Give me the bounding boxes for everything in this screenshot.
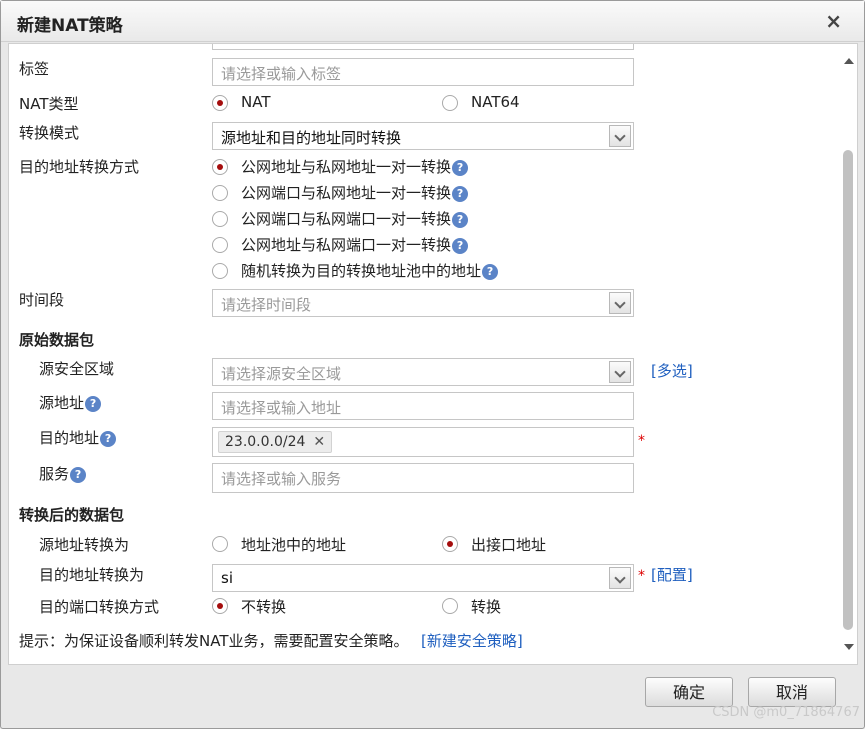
dst-addr-label-text: 目的地址 xyxy=(39,429,100,447)
dest-method-radio-1[interactable] xyxy=(212,159,228,175)
help-icon[interactable]: ? xyxy=(452,186,469,202)
mode-value: 源地址和目的地址同时转换 xyxy=(221,129,402,147)
form-scroll-area: 标签 请选择或输入标签 NAT类型 NAT NAT64 转换模式 源地址和目的地… xyxy=(8,43,858,665)
scroll-down-icon[interactable] xyxy=(844,644,854,650)
help-icon[interactable]: ? xyxy=(452,212,469,228)
help-icon[interactable]: ? xyxy=(70,467,87,483)
dialog-title: 新建NAT策略 xyxy=(17,16,123,36)
time-label: 时间段 xyxy=(19,291,65,309)
port-trans-radio-none[interactable] xyxy=(212,598,228,614)
src-zone-label: 源安全区域 xyxy=(39,360,115,378)
chevron-down-icon[interactable] xyxy=(609,292,631,314)
port-trans-option-none[interactable]: 不转换 xyxy=(241,596,286,617)
remove-tag-icon[interactable]: ✕ xyxy=(313,434,325,450)
dst-addr-label: 目的地址? xyxy=(39,427,117,448)
required-marker: * xyxy=(638,568,645,584)
nat-type-radio-nat[interactable] xyxy=(212,95,228,111)
nat-type-option-nat64[interactable]: NAT64 xyxy=(471,93,520,111)
address-tag-text: 23.0.0.0/24 xyxy=(225,434,306,450)
src-addr-label-text: 源地址 xyxy=(39,394,85,412)
src-addr-placeholder: 请选择或输入地址 xyxy=(221,399,342,417)
src-trans-option-pool[interactable]: 地址池中的地址 xyxy=(241,534,346,555)
tags-label: 标签 xyxy=(19,60,50,78)
src-trans-label: 源地址转换为 xyxy=(39,536,130,554)
dst-trans-select[interactable]: si xyxy=(212,564,634,592)
src-trans-option-egress[interactable]: 出接口地址 xyxy=(471,534,546,555)
watermark: CSDN @m0_71864767 xyxy=(712,705,860,720)
ok-button[interactable]: 确定 xyxy=(645,677,733,707)
tags-placeholder: 请选择或输入标签 xyxy=(221,65,342,83)
nat-type-option-nat[interactable]: NAT xyxy=(241,93,270,111)
dest-method-option-4-text: 公网地址与私网端口一对一转换 xyxy=(241,236,452,254)
service-label-text: 服务 xyxy=(39,465,70,483)
src-trans-radio-egress[interactable] xyxy=(442,536,458,552)
dest-method-option-1[interactable]: 公网地址与私网地址一对一转换? xyxy=(241,156,469,177)
time-select[interactable]: 请选择时间段 xyxy=(212,289,634,317)
cancel-button[interactable]: 取消 xyxy=(748,677,836,707)
nat-type-label: NAT类型 xyxy=(19,95,79,113)
dst-addr-input[interactable]: 23.0.0.0/24 ✕ xyxy=(212,427,634,457)
chevron-down-icon[interactable] xyxy=(609,361,631,383)
chevron-down-icon[interactable] xyxy=(609,125,631,147)
src-addr-input[interactable]: 请选择或输入地址 xyxy=(212,392,634,420)
scroll-thumb[interactable] xyxy=(843,150,853,630)
dst-trans-value: si xyxy=(221,569,233,587)
mode-select[interactable]: 源地址和目的地址同时转换 xyxy=(212,122,634,150)
dialog-titlebar: 新建NAT策略 × xyxy=(1,1,864,42)
configure-link[interactable]: [配置] xyxy=(651,564,693,585)
port-trans-label: 目的端口转换方式 xyxy=(39,598,160,616)
nat-policy-dialog: 新建NAT策略 × 标签 请选择或输入标签 NAT类型 NAT NAT64 转换… xyxy=(0,0,865,729)
src-addr-label: 源地址? xyxy=(39,392,102,413)
dest-method-option-3[interactable]: 公网端口与私网端口一对一转换? xyxy=(241,208,469,229)
help-icon[interactable]: ? xyxy=(85,396,102,412)
src-zone-placeholder: 请选择源安全区域 xyxy=(221,365,342,383)
service-placeholder: 请选择或输入服务 xyxy=(221,470,342,488)
dest-method-option-5-text: 随机转换为目的转换地址池中的地址 xyxy=(241,262,482,280)
mode-label: 转换模式 xyxy=(19,124,80,142)
scroll-up-icon[interactable] xyxy=(844,58,854,64)
dest-method-option-1-text: 公网地址与私网地址一对一转换 xyxy=(241,158,452,176)
hint-text: 提示：为保证设备顺利转发NAT业务，需要配置安全策略。 xyxy=(19,632,409,650)
cut-off-field[interactable] xyxy=(212,44,634,50)
tags-input[interactable]: 请选择或输入标签 xyxy=(212,58,634,86)
address-tag: 23.0.0.0/24 ✕ xyxy=(218,431,333,453)
dest-method-radio-4[interactable] xyxy=(212,237,228,253)
dest-method-option-4[interactable]: 公网地址与私网端口一对一转换? xyxy=(241,234,469,255)
dest-method-label: 目的地址转换方式 xyxy=(19,158,140,176)
nat-type-radio-nat64[interactable] xyxy=(442,95,458,111)
time-placeholder: 请选择时间段 xyxy=(221,296,312,314)
dest-method-option-2-text: 公网端口与私网地址一对一转换 xyxy=(241,184,452,202)
new-security-policy-link[interactable]: [新建安全策略] xyxy=(421,630,523,651)
help-icon[interactable]: ? xyxy=(452,238,469,254)
service-input[interactable]: 请选择或输入服务 xyxy=(212,463,634,493)
help-icon[interactable]: ? xyxy=(100,431,117,447)
dest-method-radio-3[interactable] xyxy=(212,211,228,227)
port-trans-radio-translate[interactable] xyxy=(442,598,458,614)
vertical-scrollbar[interactable] xyxy=(840,44,857,664)
port-trans-option-translate[interactable]: 转换 xyxy=(471,596,501,617)
help-icon[interactable]: ? xyxy=(452,160,469,176)
required-marker: * xyxy=(638,433,645,449)
multi-select-link[interactable]: [多选] xyxy=(651,360,693,381)
original-section-title: 原始数据包 xyxy=(19,331,95,349)
close-icon[interactable]: × xyxy=(825,9,842,33)
service-label: 服务? xyxy=(39,463,87,484)
src-zone-select[interactable]: 请选择源安全区域 xyxy=(212,358,634,386)
dest-method-option-5[interactable]: 随机转换为目的转换地址池中的地址? xyxy=(241,260,499,281)
dest-method-radio-5[interactable] xyxy=(212,263,228,279)
dest-method-radio-2[interactable] xyxy=(212,185,228,201)
dialog-footer: 确定 取消 CSDN @m0_71864767 xyxy=(1,666,864,728)
dest-method-option-3-text: 公网端口与私网端口一对一转换 xyxy=(241,210,452,228)
dst-trans-label: 目的地址转换为 xyxy=(39,566,145,584)
chevron-down-icon[interactable] xyxy=(609,567,631,589)
dest-method-option-2[interactable]: 公网端口与私网地址一对一转换? xyxy=(241,182,469,203)
translated-section-title: 转换后的数据包 xyxy=(19,506,125,524)
help-icon[interactable]: ? xyxy=(482,264,499,280)
src-trans-radio-pool[interactable] xyxy=(212,536,228,552)
